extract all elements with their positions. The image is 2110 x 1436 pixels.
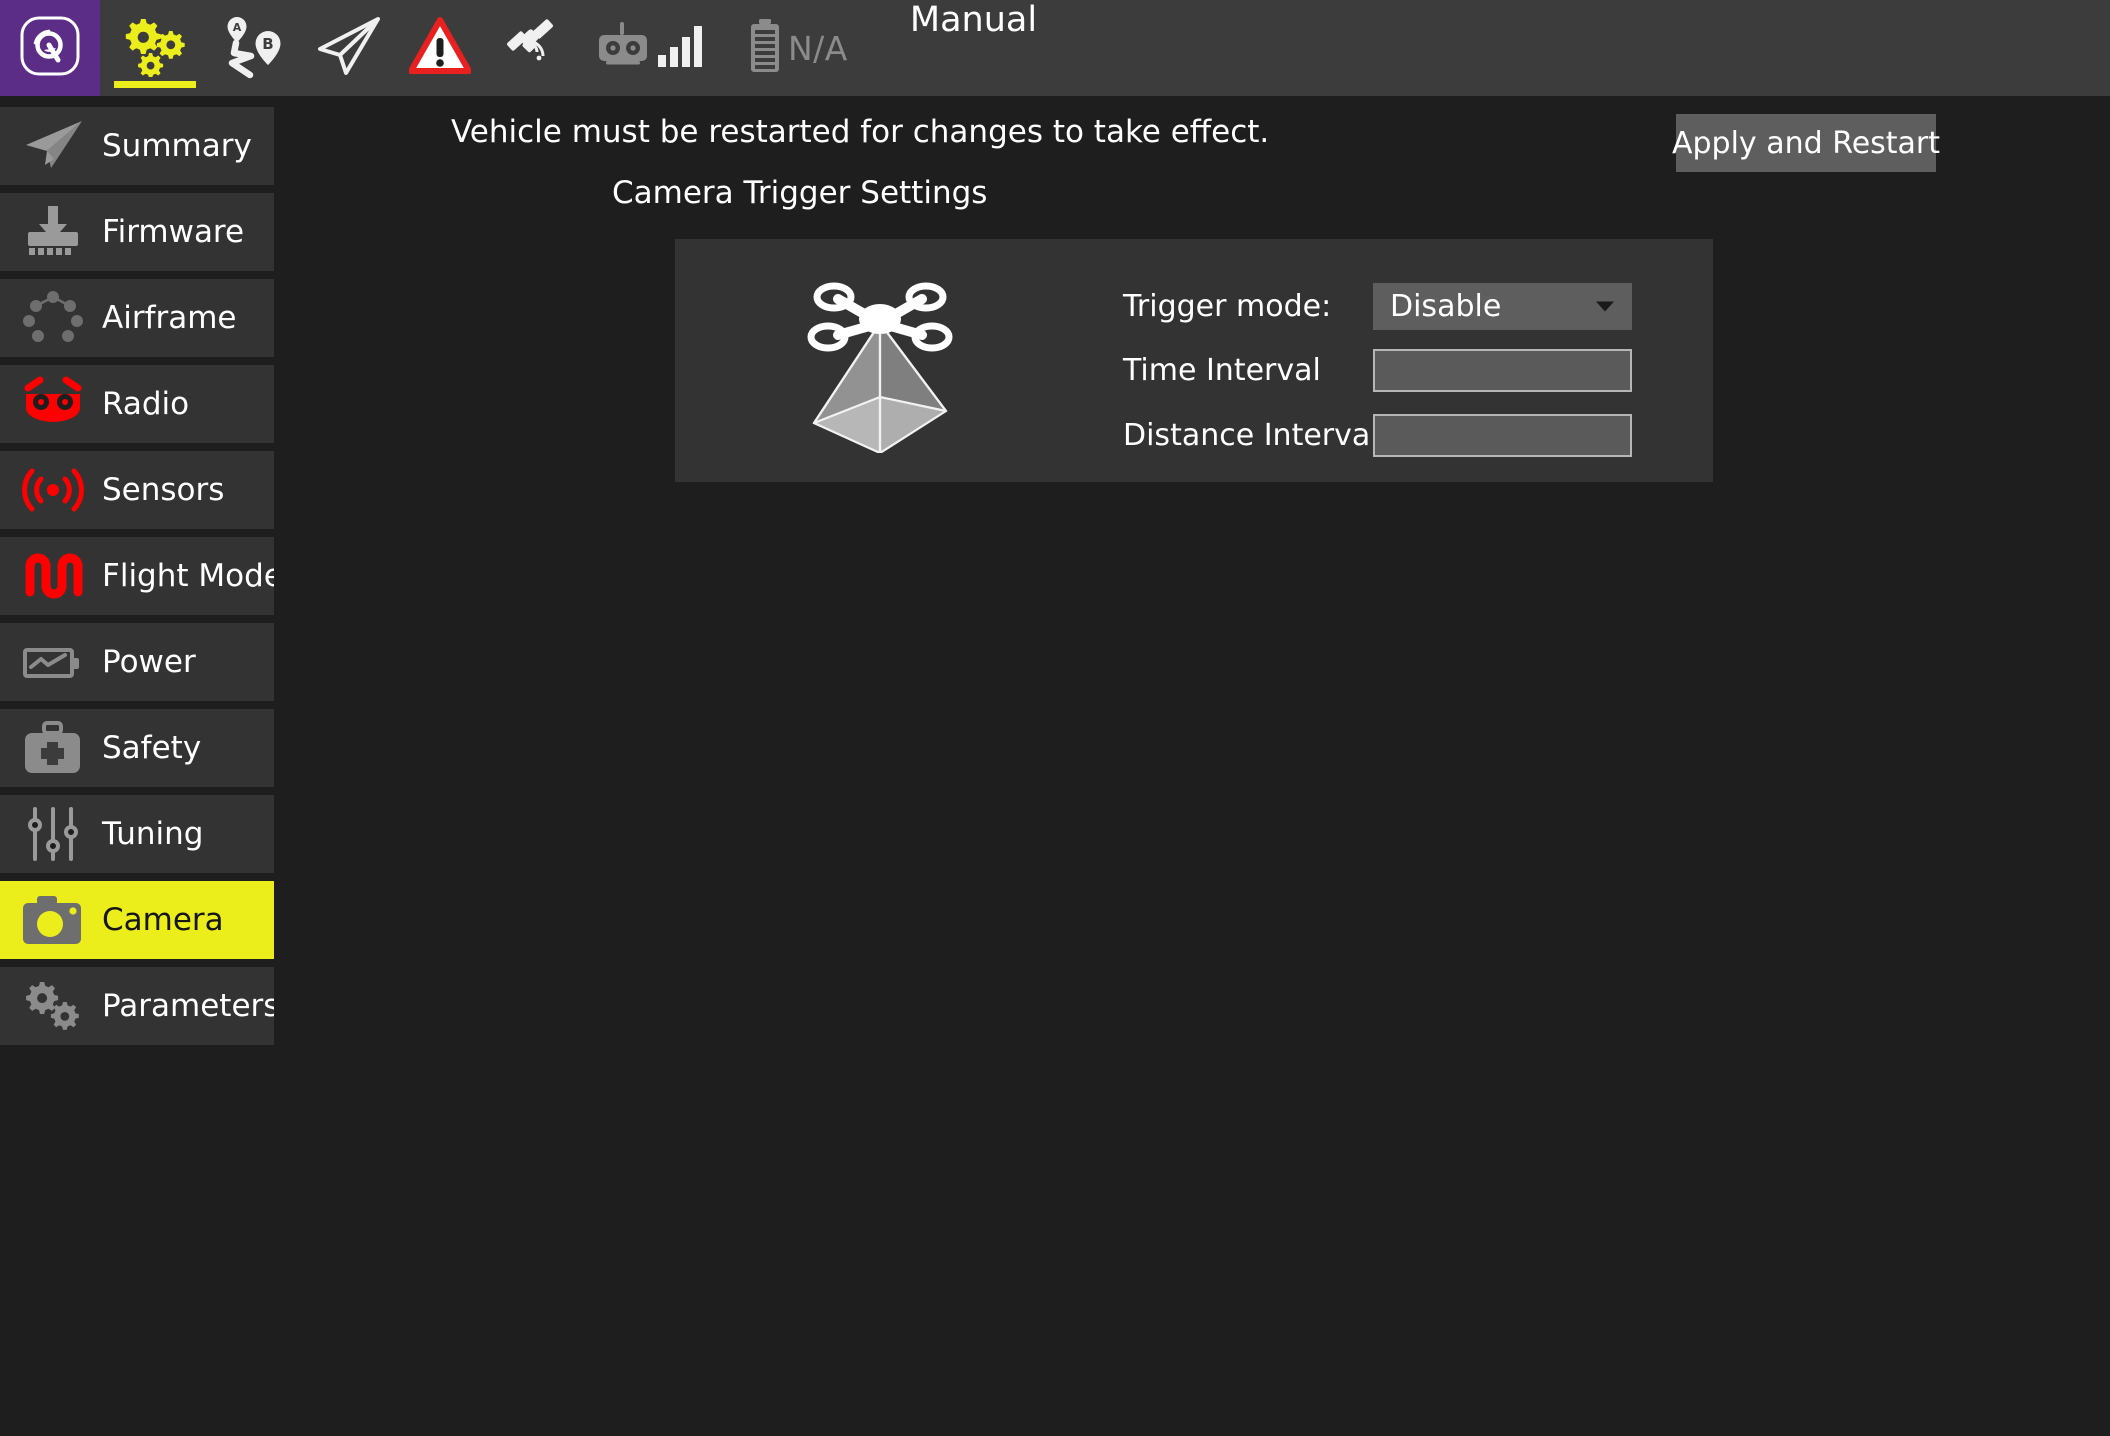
paper-plane-icon	[312, 15, 384, 81]
airframe-icon	[14, 287, 92, 349]
sidebar-item-label: Firmware	[102, 214, 245, 250]
battery-icon	[746, 18, 784, 78]
sidebar-item-power[interactable]: Power	[0, 623, 274, 701]
qgc-logo-icon	[18, 14, 82, 82]
restart-required-message: Vehicle must be restarted for changes to…	[451, 114, 1270, 150]
sidebar-item-firmware[interactable]: Firmware	[0, 193, 274, 271]
setup-sidebar: Summary Firmware Airframe Radio Sensors …	[0, 96, 299, 1436]
active-tab-underline	[114, 81, 196, 88]
waypoints-ab-icon: A B	[221, 13, 291, 83]
trigger-mode-value: Disable	[1390, 289, 1502, 324]
radio-icon	[14, 373, 92, 435]
chevron-down-icon	[1595, 297, 1615, 316]
sidebar-item-radio[interactable]: Radio	[0, 365, 274, 443]
signal-bars-icon	[656, 21, 708, 75]
sidebar-item-summary[interactable]: Summary	[0, 107, 274, 185]
sidebar-item-label: Tuning	[102, 816, 204, 852]
svg-text:A: A	[233, 21, 242, 34]
app-toolbar: A B N/A Manual	[0, 0, 2110, 96]
sidebar-item-label: Camera	[102, 902, 224, 938]
sensors-icon	[14, 459, 92, 521]
trigger-mode-row: Trigger mode: Disable	[1123, 283, 1632, 330]
paper-plane-icon	[14, 115, 92, 177]
trigger-mode-dropdown[interactable]: Disable	[1373, 283, 1632, 330]
sidebar-item-label: Parameters	[102, 988, 280, 1024]
sidebar-item-label: Power	[102, 644, 196, 680]
toolbar-button-plan[interactable]: A B	[210, 0, 302, 96]
sidebar-item-label: Airframe	[102, 300, 237, 336]
toolbar-rc-status[interactable]	[578, 0, 708, 96]
time-interval-input[interactable]	[1373, 349, 1632, 392]
rc-transmitter-icon	[594, 20, 652, 76]
sidebar-item-camera[interactable]: Camera	[0, 881, 274, 959]
power-battery-icon	[14, 631, 92, 693]
time-interval-row: Time Interval	[1123, 349, 1632, 392]
toolbar-battery-status[interactable]: N/A	[708, 0, 848, 96]
safety-kit-icon	[14, 717, 92, 779]
flight-modes-icon	[14, 545, 92, 607]
toolbar-button-gps[interactable]	[486, 0, 578, 96]
distance-interval-row: Distance Interval	[1123, 414, 1632, 457]
sidebar-item-tuning[interactable]: Tuning	[0, 795, 274, 873]
toolbar-button-setup[interactable]	[100, 0, 210, 96]
drone-camera-frustum-icon	[790, 269, 970, 454]
sidebar-item-parameters[interactable]: Parameters	[0, 967, 279, 1045]
sidebar-item-sensors[interactable]: Sensors	[0, 451, 274, 529]
sidebar-item-label: Safety	[102, 730, 202, 766]
distance-interval-input[interactable]	[1373, 414, 1632, 457]
flight-mode-label[interactable]: Manual	[910, 0, 1037, 96]
toolbar-button-warnings[interactable]	[394, 0, 486, 96]
sidebar-item-flight-modes[interactable]: Flight Modes	[0, 537, 299, 615]
apply-and-restart-button[interactable]: Apply and Restart	[1672, 114, 1940, 172]
satellite-icon	[503, 18, 561, 78]
qgc-logo-button[interactable]	[0, 0, 100, 96]
sidebar-item-label: Radio	[102, 386, 190, 422]
main-content: Vehicle must be restarted for changes to…	[274, 96, 2110, 1436]
toolbar-button-fly[interactable]	[302, 0, 394, 96]
firmware-chip-icon	[14, 201, 92, 263]
time-interval-label: Time Interval	[1123, 353, 1321, 388]
camera-trigger-settings-panel: Trigger mode: Disable Time Interval Dist…	[675, 239, 1713, 482]
sidebar-item-label: Sensors	[102, 472, 225, 508]
gears-icon	[119, 15, 191, 81]
page-title: Camera Trigger Settings	[612, 175, 988, 211]
sidebar-item-safety[interactable]: Safety	[0, 709, 274, 787]
sidebar-item-airframe[interactable]: Airframe	[0, 279, 274, 357]
parameters-gears-icon	[14, 975, 92, 1037]
battery-value: N/A	[788, 28, 848, 68]
sidebar-item-label: Flight Modes	[102, 558, 300, 594]
distance-interval-label: Distance Interval	[1123, 418, 1379, 453]
sidebar-item-label: Summary	[102, 128, 252, 164]
svg-text:B: B	[262, 35, 273, 53]
tuning-sliders-icon	[14, 803, 92, 865]
trigger-mode-label: Trigger mode:	[1123, 289, 1332, 324]
warning-triangle-icon	[408, 17, 472, 79]
camera-icon	[14, 889, 92, 951]
